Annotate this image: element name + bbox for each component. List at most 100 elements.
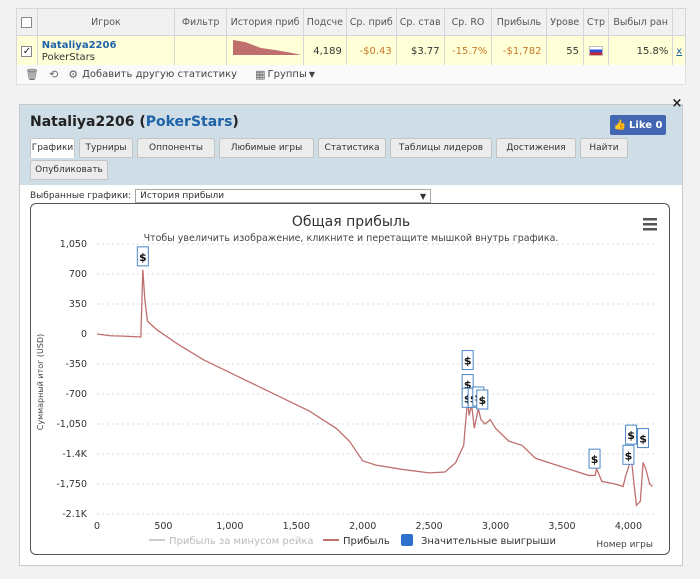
tab-publish[interactable]: Опубликовать <box>30 160 108 180</box>
y-tick-label: 1,050 <box>60 239 87 250</box>
legend-label: Значительные выигрыши <box>421 536 556 547</box>
legend-label: Прибыль <box>343 536 390 547</box>
player-cell[interactable]: Nataliya2206 PokerStars <box>36 35 176 68</box>
y-tick-labels: 1,050 700 350 0 -350 -700 -1,050 -1.4K -1,750 -2.… <box>56 239 87 520</box>
avg-profit-cell: -$0.43 <box>345 35 397 68</box>
col-country[interactable]: Стр <box>582 8 609 36</box>
col-avg-roi[interactable]: Ср. RO <box>443 8 493 36</box>
col-profit[interactable]: Прибыль <box>491 8 547 36</box>
x-tick-label: 500 <box>154 521 172 532</box>
chart-title: Общая прибыль <box>292 214 410 230</box>
chart-select-label: Выбранные графики: <box>30 191 132 201</box>
panel-site-link[interactable]: PokerStars <box>146 114 233 130</box>
level-cell: 55 <box>545 35 584 68</box>
x-tick-label: 3,000 <box>482 521 509 532</box>
stats-table: Игрок Фильтр История приб Подсче Ср. при… <box>16 8 686 68</box>
y-tick-label: -1.4K <box>62 449 88 460</box>
big-win-marker: $ <box>136 246 149 267</box>
chart-select-value: История прибыли <box>140 191 225 201</box>
y-tick-label: 350 <box>69 299 87 310</box>
col-profit-history[interactable]: История приб <box>226 8 304 36</box>
y-tick-label: -350 <box>65 359 87 370</box>
y-axis-label: Суммарный итог (USD) <box>36 334 45 431</box>
chevron-down-icon: ▼ <box>420 191 427 201</box>
big-win-marker-label: $ <box>591 453 599 466</box>
legend-label: Прибыль за минусом рейка <box>169 536 314 547</box>
trash-icon[interactable]: 🗑 <box>25 68 39 81</box>
tab-leaderboards[interactable]: Таблицы лидеров <box>390 138 492 158</box>
col-count[interactable]: Подсче <box>302 8 347 36</box>
table-toolbar: 🗑 ⟲ ⚙ Добавить другую статистику ▦ Групп… <box>16 65 686 85</box>
col-avg-profit[interactable]: Ср. приб <box>345 8 397 36</box>
select-all-checkbox[interactable] <box>21 16 33 28</box>
count-cell: 4,189 <box>302 35 347 68</box>
col-player[interactable]: Игрок <box>36 8 176 36</box>
legend-box-swatch <box>401 534 413 546</box>
row-checkbox-cell[interactable] <box>16 35 38 68</box>
chart-legend: Прибыль за минусом рейка Прибыль Значитель… <box>149 534 556 547</box>
player-name-link[interactable]: Nataliya2206 <box>42 40 170 52</box>
groups-label: Группы <box>267 69 307 80</box>
tab-statistics[interactable]: Статистика <box>318 138 386 158</box>
legend-item: Прибыль за минусом рейка <box>149 536 314 547</box>
remove-row-button[interactable]: x <box>672 35 686 68</box>
facebook-like-button[interactable]: 👍 Like 0 <box>610 115 666 135</box>
x-tick-label: 1,000 <box>216 521 243 532</box>
chart-series <box>96 269 653 507</box>
big-win-marker-label: $ <box>625 449 633 462</box>
profit-chart[interactable]: Общая прибыль Чтобы увеличить изображени… <box>30 203 670 555</box>
refresh-icon[interactable]: ⟲ <box>49 68 58 81</box>
groups-dropdown[interactable]: ▦ Группы ▼ <box>255 68 315 81</box>
big-win-marker: $ <box>625 424 638 445</box>
big-win-marker: $ <box>476 389 489 410</box>
big-win-marker: $ <box>622 444 635 465</box>
table-header-row: Игрок Фильтр История приб Подсче Ср. при… <box>16 8 686 36</box>
russia-flag-icon <box>588 46 603 56</box>
tab-opponents[interactable]: Оппоненты <box>137 138 215 158</box>
big-win-marker: $ <box>461 350 474 371</box>
y-tick-label: 700 <box>69 269 87 280</box>
chart-menu-icon[interactable] <box>643 218 657 231</box>
panel-title: Nataliya2206 (PokerStars) <box>30 114 239 130</box>
col-filter[interactable]: Фильтр <box>174 8 228 36</box>
select-all-header[interactable] <box>16 8 38 36</box>
x-tick-label: 0 <box>94 521 100 532</box>
thumbs-up-icon: 👍 <box>613 119 627 131</box>
add-stats-label: Добавить другую статистику <box>82 69 238 80</box>
col-level[interactable]: Урове <box>545 8 584 36</box>
y-tick-label: 0 <box>81 329 87 340</box>
profit-sparkline <box>232 40 301 55</box>
avg-stake-cell: $3.77 <box>395 35 445 68</box>
tab-favorite-games[interactable]: Любимые игры <box>219 138 314 158</box>
chart-select[interactable]: История прибыли ▼ <box>135 189 432 203</box>
panel-player-name: Nataliya2206 <box>30 114 135 130</box>
filter-cell[interactable] <box>174 35 228 68</box>
tab-find[interactable]: Найти <box>580 138 628 158</box>
x-axis-label: Номер игры <box>596 540 653 550</box>
profit-history-sparkline-cell <box>226 35 304 68</box>
tab-tournaments[interactable]: Турниры <box>79 138 133 158</box>
profit-cell: -$1,782 <box>491 35 547 68</box>
row-checkbox[interactable] <box>21 45 33 57</box>
big-win-marker-label: $ <box>478 394 486 407</box>
tab-achievements[interactable]: Достижения <box>496 138 576 158</box>
like-label: Like 0 <box>629 119 663 131</box>
avg-roi-cell: -15.7% <box>443 35 493 68</box>
big-win-marker: $ <box>637 428 650 449</box>
col-avg-stake[interactable]: Ср. став <box>395 8 445 36</box>
col-remove <box>672 8 686 36</box>
close-icon[interactable]: × <box>670 97 684 111</box>
col-early-out[interactable]: Выбыл ран <box>607 8 674 36</box>
legend-item: Значительные выигрыши <box>401 534 556 547</box>
big-win-marker-label: $ <box>639 433 647 446</box>
chart-markers: $$$$$$$$$$$ <box>136 246 650 469</box>
chart-svg[interactable]: Общая прибыль Чтобы увеличить изображени… <box>31 204 670 555</box>
profit-line <box>96 269 653 507</box>
big-win-marker-label: $ <box>627 429 635 442</box>
x-tick-labels: 0 500 1,000 1,500 2,000 2,500 3,000 3,500 4,000 <box>94 521 642 532</box>
early-out-cell: 15.8% <box>607 35 674 68</box>
add-stats-button[interactable]: ⚙ Добавить другую статистику <box>68 68 237 81</box>
big-win-marker-label: $ <box>139 251 147 264</box>
table-row[interactable]: Nataliya2206 PokerStars 4,189 -$0.43 $3.… <box>16 35 686 68</box>
tab-charts[interactable]: Графики <box>30 138 75 158</box>
